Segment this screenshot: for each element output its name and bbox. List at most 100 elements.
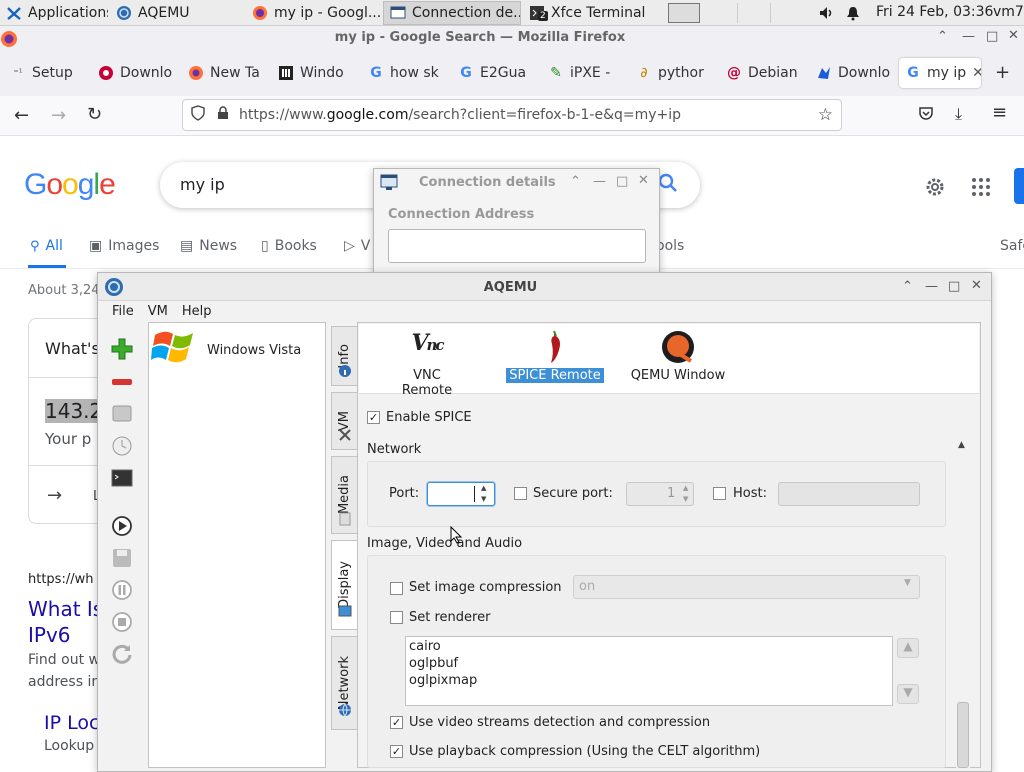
google-query[interactable]: my ip xyxy=(180,175,225,194)
pause-icon[interactable] xyxy=(108,578,136,602)
back-arrow-icon[interactable]: ← xyxy=(14,105,29,126)
hard-disk-icon[interactable] xyxy=(108,401,136,425)
bookmark-star-icon[interactable]: ☆ xyxy=(818,105,833,125)
taskbar-item-aqemu[interactable]: AQEMU xyxy=(110,1,246,25)
tab-setup[interactable]: ⁼¹ Setup xyxy=(4,58,88,88)
scrollbar-track[interactable]: ▲ xyxy=(956,440,970,768)
move-up-arrow-icon[interactable]: ▲ xyxy=(897,638,919,658)
aqemu-shade-icon[interactable]: ⌃ xyxy=(902,279,913,294)
url-bar[interactable]: https://www. google.com/search?client=fir… xyxy=(182,99,842,131)
notification-bell-icon[interactable] xyxy=(845,5,861,25)
panel-clock[interactable]: Fri 24 Feb, 03:36 xyxy=(876,4,993,20)
connection-address-input[interactable] xyxy=(388,229,646,263)
remove-vm-icon[interactable] xyxy=(108,370,136,394)
applications-menu-button[interactable]: Applications xyxy=(0,1,108,25)
panel-user[interactable]: vm7 xyxy=(993,4,1024,20)
workspace-4[interactable] xyxy=(773,3,802,23)
firefox-minimize-icon[interactable]: ⌃ xyxy=(937,29,948,44)
enable-spice-row[interactable]: ✓ Enable SPICE xyxy=(367,410,472,425)
tab-download-1[interactable]: Downlo xyxy=(92,58,178,88)
lock-icon[interactable] xyxy=(217,106,229,124)
workspace-2[interactable] xyxy=(708,3,739,23)
google-tab-tools[interactable]: ools xyxy=(656,238,684,254)
hamburger-menu-icon[interactable]: ≡ xyxy=(992,102,1007,123)
tab-debian[interactable]: @ Debian xyxy=(720,58,804,88)
save-state-icon[interactable] xyxy=(108,546,136,570)
result-title-cont[interactable]: IPv6 xyxy=(28,623,71,647)
apps-grid-icon[interactable] xyxy=(971,177,991,201)
safesearch-link[interactable]: Safe xyxy=(1000,238,1024,254)
scrollbar-thumb[interactable] xyxy=(957,702,969,768)
ip-address-value[interactable]: 143.2 xyxy=(45,399,103,423)
renderer-item[interactable]: oglpixmap xyxy=(409,672,477,689)
renderer-item[interactable]: oglpbuf xyxy=(409,655,477,672)
terminal-icon[interactable] xyxy=(108,466,136,490)
firefox-maximize-icon[interactable]: □ xyxy=(986,29,998,44)
image-compression-checkbox[interactable] xyxy=(390,582,403,595)
tab-e2guardian[interactable]: G E2Gua xyxy=(452,58,536,88)
google-tab-news[interactable]: ▤ News xyxy=(180,238,237,254)
host-checkbox[interactable] xyxy=(713,487,726,500)
dialog-maximize-icon[interactable]: □ xyxy=(616,174,628,189)
search-icon[interactable] xyxy=(658,173,678,198)
tab-ipxe[interactable]: ✎ iPXE - xyxy=(542,58,626,88)
tab-how-sk[interactable]: Ghow sk xyxy=(362,58,446,88)
mode-qemu-window[interactable]: QEMU Window xyxy=(627,330,729,383)
clock-icon[interactable] xyxy=(108,434,136,458)
shield-icon[interactable] xyxy=(191,105,205,125)
sign-in-button[interactable] xyxy=(1014,168,1024,204)
result-url[interactable]: https://wh xyxy=(28,572,93,587)
stop-icon[interactable] xyxy=(108,610,136,634)
secure-port-checkbox[interactable] xyxy=(514,487,527,500)
tab-windows[interactable]: Windo xyxy=(272,58,356,88)
secure-port-spinbox[interactable]: 1 ▲ ▼ xyxy=(626,482,694,506)
set-renderer-checkbox[interactable] xyxy=(390,611,403,624)
firefox-hide-icon[interactable]: — xyxy=(962,29,975,44)
vm-list-item[interactable]: Windows Vista xyxy=(151,327,301,373)
workspace-1[interactable] xyxy=(668,3,700,23)
firefox-close-icon[interactable]: ✕ xyxy=(1008,28,1019,43)
google-tab-all[interactable]: ⚲ All xyxy=(30,238,63,254)
playback-compression-checkbox[interactable]: ✓ xyxy=(390,745,403,758)
google-logo[interactable]: Google xyxy=(24,168,116,202)
aqemu-close-icon[interactable]: ✕ xyxy=(971,278,982,293)
dialog-shade-icon[interactable]: ⌃ xyxy=(570,174,581,189)
forward-arrow-icon[interactable]: → xyxy=(51,105,66,126)
arrow-right-icon[interactable]: → xyxy=(47,485,62,506)
renderer-item[interactable]: cairo xyxy=(409,638,477,655)
google-tab-books[interactable]: ▯ Books xyxy=(261,238,317,254)
image-compression-select[interactable]: on ▼ xyxy=(573,575,920,599)
aqemu-maximize-icon[interactable]: □ xyxy=(948,279,960,294)
dialog-minimize-icon[interactable]: — xyxy=(593,174,606,189)
tab-my-ip[interactable]: Gmy ip ✕ xyxy=(899,58,981,88)
mode-spice-remote[interactable]: SPICE Remote xyxy=(505,330,605,383)
mode-vnc-remote[interactable]: Vnc VNC Remote xyxy=(387,330,467,398)
pocket-icon[interactable] xyxy=(918,105,934,125)
google-tab-images[interactable]: ▣ Images xyxy=(89,238,159,254)
new-tab-plus-icon[interactable]: + xyxy=(995,62,1010,83)
play-icon[interactable] xyxy=(108,514,136,538)
tab-download-2[interactable]: Downlo xyxy=(810,58,894,88)
add-vm-icon[interactable] xyxy=(108,337,136,361)
reset-icon[interactable] xyxy=(108,642,136,666)
menu-vm[interactable]: VM xyxy=(148,304,168,319)
dialog-close-icon[interactable]: ✕ xyxy=(638,173,649,188)
settings-gear-icon[interactable] xyxy=(924,176,946,202)
tab-close-icon[interactable]: ✕ xyxy=(972,65,981,81)
taskbar-item-firefox[interactable]: my ip - Googl... xyxy=(246,1,382,25)
scroll-up-arrow-icon[interactable]: ▲ xyxy=(958,440,965,450)
video-streams-checkbox[interactable]: ✓ xyxy=(390,716,403,729)
aqemu-minimize-icon[interactable]: — xyxy=(925,279,938,294)
taskbar-item-connection[interactable]: Connection de... xyxy=(383,1,521,25)
tab-new-tab[interactable]: New Ta xyxy=(182,58,268,88)
menu-file[interactable]: File xyxy=(112,304,134,319)
tab-python[interactable]: ∂ pythor xyxy=(630,58,714,88)
enable-spice-checkbox[interactable]: ✓ xyxy=(367,411,380,424)
taskbar-item-terminal[interactable]: 2 Xfce Terminal xyxy=(523,1,657,25)
spin-arrows-icon[interactable]: ▲ ▼ xyxy=(683,483,688,505)
downloads-icon[interactable]: ⤓ xyxy=(955,104,962,124)
sitelink-title[interactable]: IP Loc xyxy=(44,712,99,734)
reload-icon[interactable]: ↻ xyxy=(87,104,102,125)
menu-help[interactable]: Help xyxy=(182,304,212,319)
volume-icon[interactable] xyxy=(818,5,834,25)
